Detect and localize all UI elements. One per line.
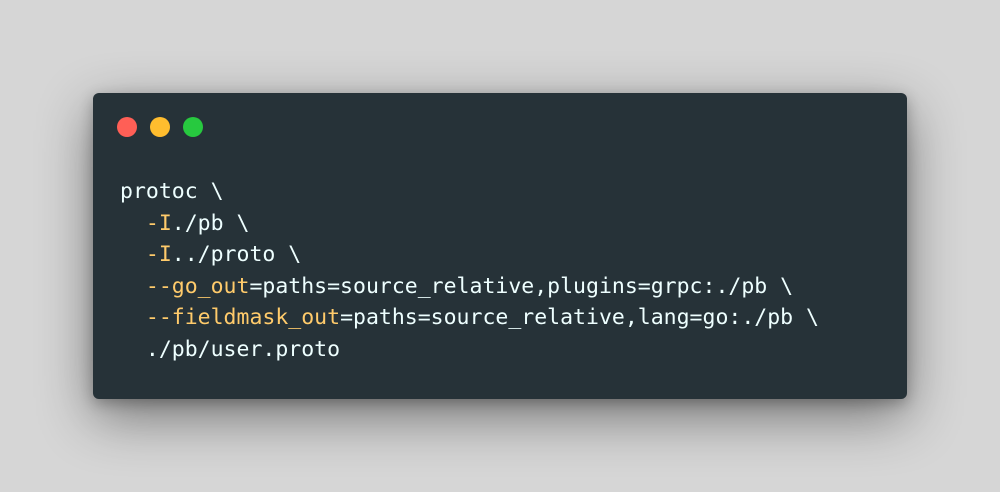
code-block: protoc \ -I./pb \ -I../proto \ --go_out=… — [120, 176, 819, 365]
code-text: ./pb \ — [171, 210, 250, 236]
code-line: -I../proto \ — [120, 239, 819, 271]
close-dot[interactable] — [117, 117, 137, 137]
code-window: protoc \ -I./pb \ -I../proto \ --go_out=… — [93, 93, 907, 399]
code-text: =paths=source_relative,plugins=grpc:./pb… — [249, 273, 794, 299]
code-line: --go_out=paths=source_relative,plugins=g… — [120, 271, 819, 303]
code-line: --fieldmask_out=paths=source_relative,la… — [120, 302, 819, 334]
code-line: ./pb/user.proto — [120, 334, 819, 366]
code-line: -I./pb \ — [120, 208, 819, 240]
code-flag: --go_out — [145, 273, 250, 299]
code-flag: -I — [145, 242, 172, 267]
code-line: protoc \ — [120, 176, 819, 208]
code-flag: --fieldmask_out — [145, 305, 341, 330]
code-text: protoc \ — [120, 179, 224, 204]
code-flag: -I — [145, 210, 172, 236]
code-text: =paths=source_relative,lang=go:./pb \ — [340, 305, 819, 330]
code-text: ./pb/user.proto — [145, 336, 341, 362]
maximize-dot[interactable] — [183, 117, 203, 137]
minimize-dot[interactable] — [150, 117, 170, 137]
code-text: ../proto \ — [171, 242, 302, 267]
